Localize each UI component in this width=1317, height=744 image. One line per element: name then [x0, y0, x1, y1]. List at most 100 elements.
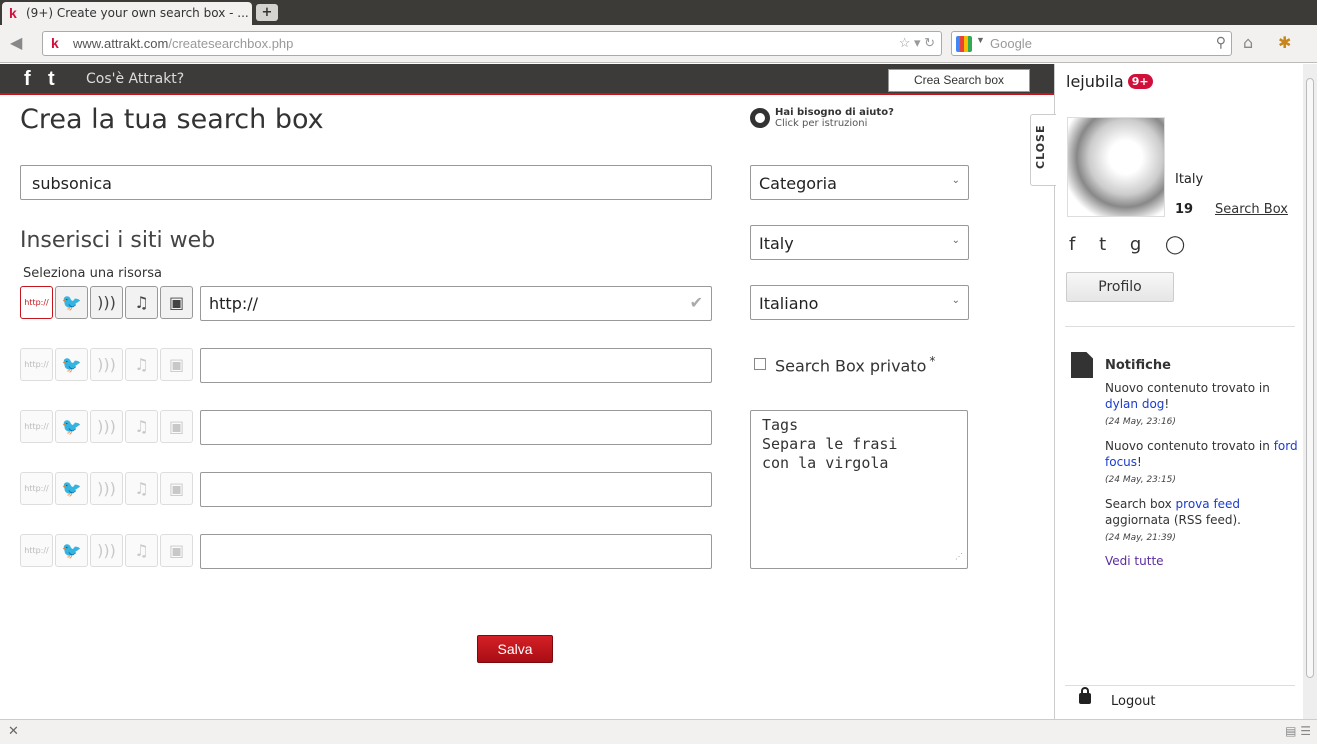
profile-button[interactable]: Profilo — [1066, 272, 1174, 302]
site-row: http:// 🐦 ))) ♫ ▣ — [20, 348, 720, 384]
notification-time: (24 May, 23:15) — [1105, 475, 1176, 485]
browser-tab[interactable]: k (9+) Create your own search box - ... — [2, 2, 252, 25]
home-icon[interactable]: ⌂ — [1243, 33, 1253, 52]
select-resource-label: Seleziona una risorsa — [23, 266, 162, 281]
image-source-icon[interactable]: ▣ — [160, 472, 193, 505]
media-source-icon[interactable]: ♫ — [125, 472, 158, 505]
scrollbar[interactable] — [1303, 64, 1317, 719]
notification-text: Nuovo contenuto trovato in — [1105, 439, 1274, 453]
site-url-input[interactable] — [200, 534, 712, 569]
what-is-attrakt-link[interactable]: Cos'è Attrakt? — [86, 71, 184, 87]
facebook-icon[interactable]: f — [24, 68, 31, 91]
media-source-icon[interactable]: ♫ — [125, 534, 158, 567]
help-subtitle: Click per istruzioni — [775, 118, 868, 129]
http-source-button[interactable]: http:// — [20, 286, 53, 319]
notification-link[interactable]: prova feed — [1176, 497, 1241, 511]
http-source-button[interactable]: http:// — [20, 472, 53, 505]
user-sidebar: CLOSE lejubila 9+ Italy 19 Search Box f t… — [1030, 64, 1317, 719]
twitter-source-icon[interactable]: 🐦 — [55, 534, 88, 567]
language-value: Italiano — [759, 294, 819, 313]
category-value: Categoria — [759, 174, 837, 193]
logout-link[interactable]: Logout — [1111, 694, 1156, 709]
tab-title: (9+) Create your own search box - ... — [26, 6, 249, 20]
chevron-down-icon: ⌄ — [951, 235, 960, 246]
search-icon[interactable]: ⚲ — [1216, 34, 1226, 51]
site-url-input[interactable] — [200, 472, 712, 507]
close-sidebar-tab[interactable]: CLOSE — [1030, 114, 1056, 186]
notification-link[interactable]: dylan dog — [1105, 397, 1164, 411]
comment-icon[interactable]: ◯ — [1165, 234, 1185, 255]
crea-search-box-button[interactable]: Crea Search box — [888, 69, 1030, 92]
chevron-down-icon[interactable]: ▼ — [976, 35, 985, 45]
username[interactable]: lejubila 9+ — [1066, 72, 1153, 91]
url-domain: www.attrakt.com — [73, 36, 169, 51]
image-source-icon[interactable]: ▣ — [160, 534, 193, 567]
tags-textarea[interactable]: Tags Separa le frasi con la virgola ⋰ — [750, 410, 968, 569]
search-box-name-input[interactable]: subsonica — [20, 165, 712, 200]
back-arrow-icon[interactable]: ◀ — [10, 33, 22, 52]
language-select[interactable]: Italiano ⌄ — [750, 285, 969, 320]
lock-icon — [1079, 687, 1091, 704]
private-checkbox[interactable] — [754, 358, 766, 371]
google-icon[interactable]: g — [1130, 234, 1141, 255]
site-url-input[interactable] — [200, 410, 712, 445]
http-source-button[interactable]: http:// — [20, 534, 53, 567]
image-source-icon[interactable]: ▣ — [160, 286, 193, 319]
image-source-icon[interactable]: ▣ — [160, 348, 193, 381]
resize-grip-icon[interactable]: ⋰ — [955, 547, 963, 566]
addon-icon[interactable]: ✱ — [1278, 33, 1291, 52]
facebook-icon[interactable]: f — [1069, 234, 1075, 255]
country-value: Italy — [759, 234, 794, 253]
rss-source-icon[interactable]: ))) — [90, 410, 123, 443]
document-icon — [1071, 352, 1093, 378]
media-source-icon[interactable]: ♫ — [125, 286, 158, 319]
twitter-source-icon[interactable]: 🐦 — [55, 286, 88, 319]
search-placeholder: Google — [990, 36, 1032, 51]
web-search-input[interactable]: ▼ Google ⚲ — [951, 31, 1232, 56]
media-source-icon[interactable]: ♫ — [125, 410, 158, 443]
see-all-notifications-link[interactable]: Vedi tutte — [1105, 554, 1164, 568]
bookmark-star-icon[interactable]: ☆ ▾ ↻ — [899, 35, 935, 51]
required-mark: * — [929, 354, 936, 368]
tags-placeholder: Tags Separa le frasi con la virgola — [762, 416, 898, 472]
rss-source-icon[interactable]: ))) — [90, 348, 123, 381]
rss-source-icon[interactable]: ))) — [90, 534, 123, 567]
status-bar: ✕ ▤ ☰ — [0, 719, 1317, 744]
scrollbar-thumb[interactable] — [1306, 78, 1314, 678]
help-title: Hai bisogno di aiuto? — [775, 107, 894, 118]
twitter-source-icon[interactable]: 🐦 — [55, 410, 88, 443]
twitter-source-icon[interactable]: 🐦 — [55, 348, 88, 381]
private-search-box-toggle[interactable]: Search Box privato * — [754, 354, 935, 375]
notification-tail: ! — [1164, 397, 1170, 411]
media-source-icon[interactable]: ♫ — [125, 348, 158, 381]
close-label: CLOSE — [1034, 124, 1047, 169]
new-tab-button[interactable]: + — [256, 4, 278, 21]
checkmark-icon: ✔ — [689, 293, 703, 312]
country-select[interactable]: Italy ⌄ — [750, 225, 969, 260]
site-url-input[interactable] — [200, 348, 712, 383]
twitter-source-icon[interactable]: 🐦 — [55, 472, 88, 505]
notification-tail: ! — [1137, 455, 1142, 469]
image-source-icon[interactable]: ▣ — [160, 410, 193, 443]
google-icon — [956, 36, 972, 52]
search-box-link[interactable]: Search Box — [1215, 202, 1288, 217]
avatar[interactable] — [1067, 117, 1165, 217]
notification-badge[interactable]: 9+ — [1127, 74, 1153, 89]
sites-heading: Inserisci i siti web — [20, 228, 216, 253]
category-select[interactable]: Categoria ⌄ — [750, 165, 969, 200]
notification-time: (24 May, 21:39) — [1105, 533, 1176, 543]
address-bar[interactable]: k www.attrakt.com/createsearchbox.php ☆ … — [42, 31, 942, 56]
rss-source-icon[interactable]: ))) — [90, 286, 123, 319]
page-title: Crea la tua search box — [20, 104, 324, 135]
close-icon[interactable]: ✕ — [8, 724, 19, 739]
site-row: http:// 🐦 ))) ♫ ▣ — [20, 534, 720, 570]
http-source-button[interactable]: http:// — [20, 348, 53, 381]
twitter-icon[interactable]: t — [48, 68, 55, 91]
site-url-input[interactable]: http:// ✔ — [200, 286, 712, 321]
rss-source-icon[interactable]: ))) — [90, 472, 123, 505]
notifications-title: Notifiche — [1105, 358, 1171, 373]
http-source-button[interactable]: http:// — [20, 410, 53, 443]
save-button[interactable]: Salva — [477, 635, 553, 663]
twitter-icon[interactable]: t — [1099, 234, 1106, 255]
notification-item: Search box prova feed aggiornata (RSS fe… — [1105, 496, 1300, 546]
